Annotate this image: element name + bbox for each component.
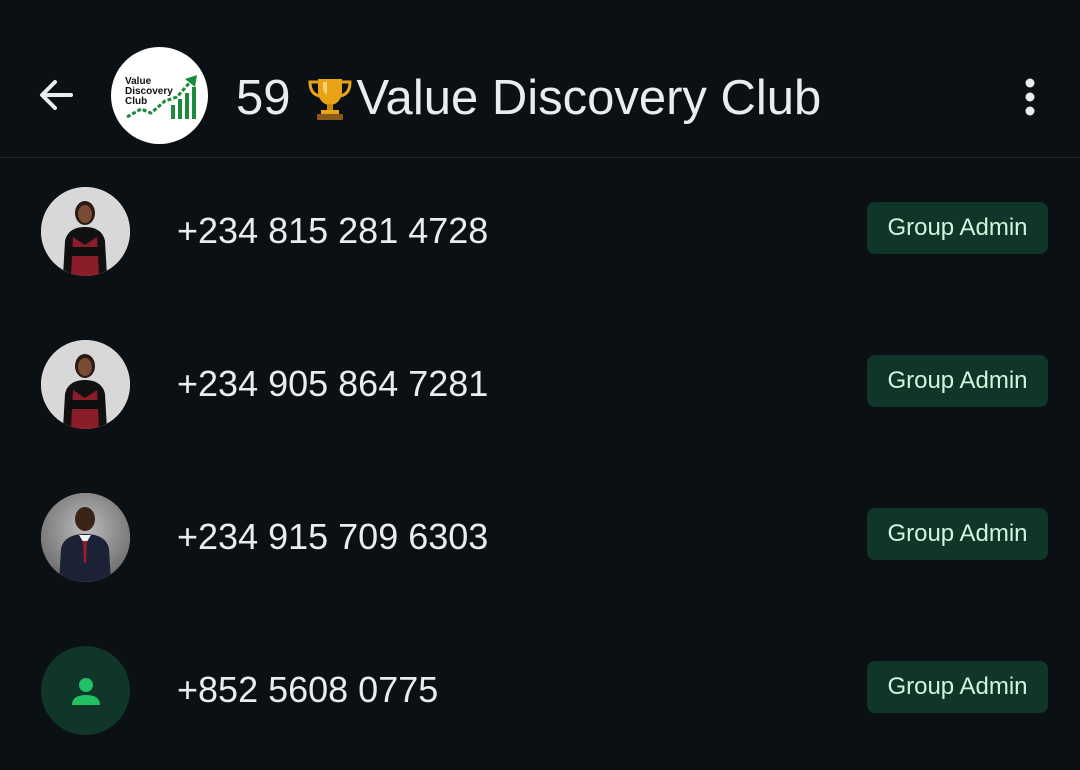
list-item[interactable]: +234 915 709 6303 Group Admin <box>0 464 1080 617</box>
member-phone: +234 815 281 4728 <box>177 210 489 251</box>
member-count: 59 <box>236 71 291 125</box>
member-phone: +234 905 864 7281 <box>177 363 489 404</box>
more-vertical-icon <box>1025 78 1035 116</box>
trophy-icon <box>308 79 352 120</box>
list-item[interactable]: +234 815 281 4728 Group Admin <box>0 158 1080 311</box>
back-button[interactable] <box>28 68 82 122</box>
list-item[interactable]: +234 905 864 7281 Group Admin <box>0 311 1080 464</box>
arrow-left-icon <box>40 80 73 110</box>
avatar[interactable] <box>41 340 130 429</box>
group-admin-badge: Group Admin <box>867 661 1048 713</box>
group-title[interactable]: 59 Value Discovery Club <box>236 70 821 126</box>
avatar[interactable] <box>41 493 130 582</box>
avatar[interactable] <box>41 187 130 276</box>
person-icon <box>71 677 100 705</box>
group-admin-badge: Group Admin <box>867 508 1048 560</box>
group-name: Value Discovery Club <box>356 71 822 125</box>
growth-chart-logo <box>126 75 197 119</box>
woman-portrait-photo <box>41 187 130 276</box>
group-admin-badge: Group Admin <box>867 355 1048 407</box>
man-portrait-photo <box>41 493 130 582</box>
list-item[interactable]: +852 5608 0775 Group Admin <box>0 617 1080 770</box>
group-admin-badge: Group Admin <box>867 202 1048 254</box>
member-phone: +234 915 709 6303 <box>177 516 489 557</box>
woman-portrait-photo <box>41 340 130 429</box>
avatar[interactable] <box>41 646 130 735</box>
group-avatar[interactable]: Value Discovery Club <box>111 47 208 144</box>
member-phone: +852 5608 0775 <box>177 669 439 710</box>
more-options-button[interactable] <box>1010 72 1050 122</box>
chat-header: Value Discovery Club 59 Value Discovery … <box>0 0 1080 158</box>
